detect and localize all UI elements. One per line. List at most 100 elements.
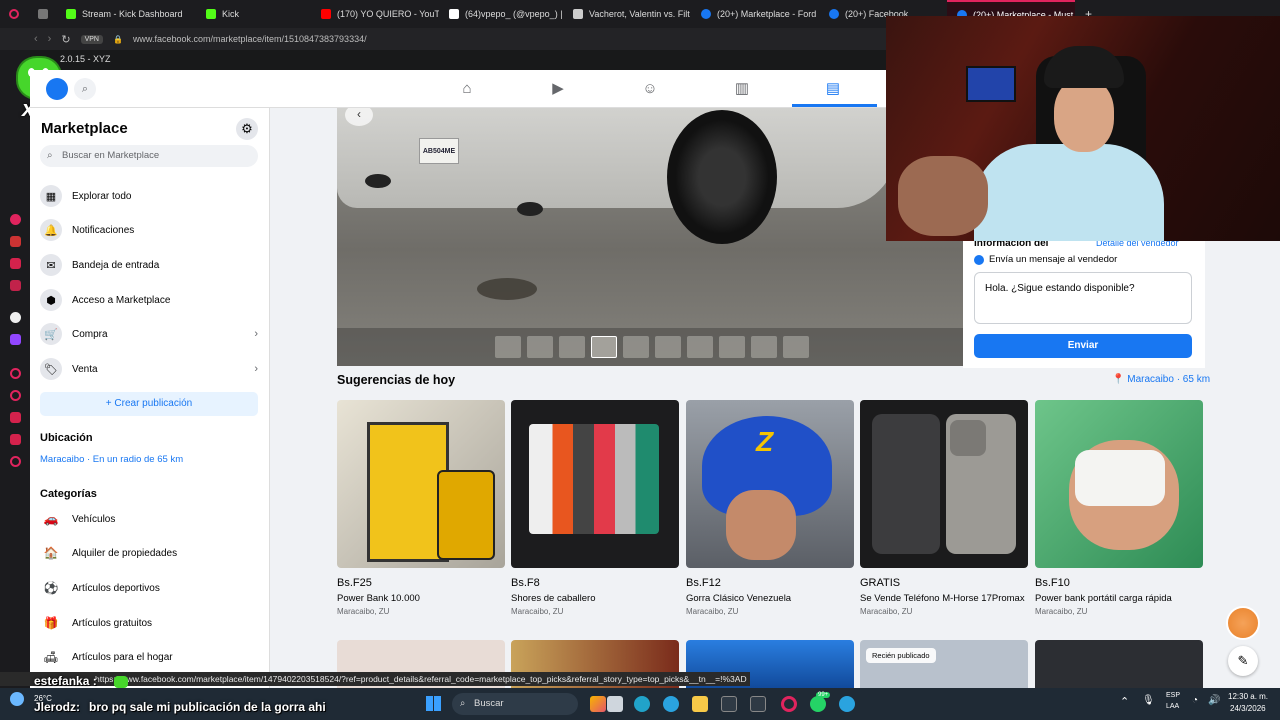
tab-marketplace-ford[interactable]: (20+) Marketplace - Ford [691,0,819,28]
search-icon[interactable]: ⌕ [74,78,96,100]
listing-card[interactable] [1035,640,1203,690]
app-icon[interactable] [721,696,737,712]
sidebar-item-buy[interactable]: 🛒 Compra › [40,320,258,348]
youtube-icon [321,9,331,19]
thumbnail[interactable] [623,336,649,358]
file-explorer-icon[interactable] [607,696,623,712]
category-home[interactable]: 🛋 Artículos para el hogar [40,644,258,670]
back-icon[interactable]: ‹ [34,33,38,45]
forward-icon[interactable]: › [48,33,52,45]
tab-youtube[interactable]: (170) YO QUIERO - YouTu [311,0,439,28]
thumbnail[interactable] [751,336,777,358]
category-sports[interactable]: ⚽ Artículos deportivos [40,575,258,601]
tab-label: Kick [222,9,240,19]
listing-card[interactable]: GRATIS Se Vende Teléfono M-Horse 17Proma… [860,400,1028,616]
sidebar-item-sell[interactable]: 🏷 Venta › [40,355,258,383]
video-icon[interactable]: ▶ [549,80,567,98]
lang-top[interactable]: ESP [1166,692,1180,699]
volume-icon[interactable]: 🔊 [1208,695,1220,706]
taskbar-search[interactable]: ⌕ Buscar [452,693,578,715]
lang-bottom[interactable]: LAA [1166,703,1179,710]
category-free[interactable]: 🎁 Artículos gratuitos [40,610,258,636]
thumbnail[interactable] [495,336,521,358]
thumbnail[interactable] [783,336,809,358]
wifi-icon[interactable]: ◔ [1192,695,1198,706]
twitch-icon[interactable] [10,334,21,345]
item-name: Gorra Clásico Venezuela [686,593,792,604]
clock-icon[interactable] [10,390,21,401]
listing-card[interactable]: Bs.F25 Power Bank 10.000 Maracaibo, ZU [337,400,505,616]
page-title: Marketplace [41,120,128,137]
app-icon[interactable] [750,696,766,712]
folder-icon[interactable] [692,696,708,712]
reload-icon[interactable]: ↻ [61,33,70,46]
active-tab-indicator [792,104,877,107]
sidebar-item-notifications[interactable]: 🔔 Notificaciones [40,216,258,244]
category-vehicles[interactable]: 🚗 Vehículos [40,506,258,532]
avatar[interactable] [1226,606,1260,640]
listing-card[interactable]: Recién publicado [860,640,1028,690]
tab-tiktok[interactable]: (64)vpepo_ (@vpepo_) | T [439,0,563,28]
url-field[interactable]: www.facebook.com/marketplace/item/151084… [133,34,367,44]
whatsapp-icon[interactable] [810,696,826,712]
thumbnail[interactable] [687,336,713,358]
webcam-overlay [886,16,1280,241]
listing-card[interactable]: Z Bs.F12 Gorra Clásico Venezuela Maracai… [686,400,854,616]
vpn-badge[interactable]: VPN [80,34,103,44]
messenger-icon[interactable] [10,214,21,225]
aria-icon[interactable] [10,312,21,323]
send-button[interactable]: Enviar [974,334,1192,358]
facebook-logo-icon[interactable] [46,78,68,100]
settings-icon[interactable] [10,456,21,467]
search-placeholder: Buscar en Marketplace [62,150,160,161]
location-heading: Ubicación [40,432,93,444]
sidebar-item-access[interactable]: ⬢ Acceso a Marketplace [40,286,258,314]
tab-tennis[interactable]: Vacherot, Valentin vs. Filt [563,0,691,28]
thumbnail[interactable] [559,336,585,358]
location-link[interactable]: Maracaibo · En un radio de 65 km [40,454,183,465]
thumbnail[interactable] [527,336,553,358]
person-shirt-image [974,144,1164,241]
copilot-icon[interactable] [590,696,606,712]
listing-card[interactable]: Bs.F8 Shores de caballero Maracaibo, ZU [511,400,679,616]
tab-kick-dashboard[interactable]: Stream - Kick Dashboard [56,0,196,28]
thumbnail[interactable] [591,336,617,358]
home-icon[interactable]: ⌂ [458,80,476,98]
category-rentals[interactable]: 🏠 Alquiler de propiedades [40,540,258,566]
search-input[interactable]: ⌕ Buscar en Marketplace [40,145,258,167]
windows-start-icon[interactable] [426,696,441,711]
download-icon[interactable] [10,412,21,423]
opera-icon[interactable] [781,696,797,712]
compose-icon[interactable]: ✎ [1228,646,1258,676]
history-icon[interactable] [10,368,21,379]
tab-workspace[interactable] [30,0,56,28]
gear-icon[interactable]: ⚙ [236,118,258,140]
thumbnail[interactable] [655,336,681,358]
sidebar-item-explore[interactable]: ▦ Explorar todo [40,182,258,210]
suggestions-location[interactable]: 📍 Maracaibo · 65 km [1112,374,1210,385]
player-icon[interactable] [10,280,21,291]
create-listing-button[interactable]: + Crear publicación [40,392,258,416]
suggestions-title: Sugerencias de hoy [337,373,456,387]
extensions-icon[interactable] [10,434,21,445]
friends-icon[interactable]: ☺ [641,80,659,98]
weather-icon[interactable] [10,692,24,706]
sidebar-item-inbox[interactable]: ✉ Bandeja de entrada [40,251,258,279]
message-prompt: Envía un mensaje al vendedor [974,254,1117,265]
marketplace-icon[interactable]: ▤ [824,80,842,98]
tab-opera-menu[interactable] [0,0,30,28]
tab-kick[interactable]: Kick [196,0,311,28]
pin-icon: 📍 [1112,374,1125,385]
gaming-icon[interactable]: ▥ [733,80,751,98]
chevron-up-icon[interactable]: ⌃ [1120,695,1129,708]
telegram-icon[interactable] [839,696,855,712]
thumbnail[interactable] [719,336,745,358]
chat-icon[interactable] [10,258,21,269]
listing-card[interactable]: Bs.F10 Power bank portátil carga rápida … [1035,400,1203,616]
sidebar-item-label: Explorar todo [72,190,132,202]
bag-icon[interactable] [10,236,21,247]
telegram-icon[interactable] [663,696,679,712]
mic-icon[interactable]: 🎙 [1142,695,1155,706]
message-field[interactable]: Hola. ¿Sigue estando disponible? [974,272,1192,324]
edge-icon[interactable] [634,696,650,712]
